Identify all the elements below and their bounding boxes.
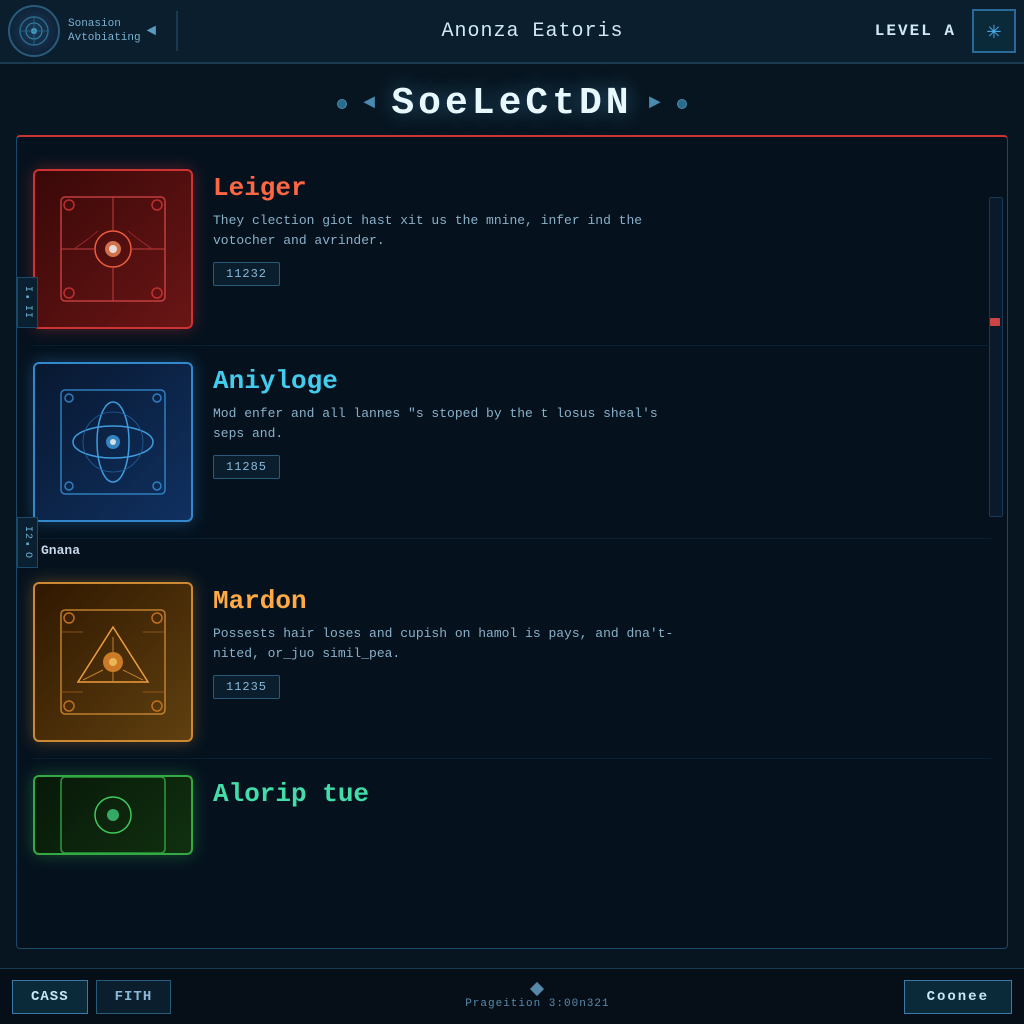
decorator-dot-right <box>677 99 687 109</box>
main-area: ◄ SoeLeCtDN ► I▪II I2▪O <box>0 64 1024 968</box>
item-info-2: Aniyloge Mod enfer and all lannes "s sto… <box>213 362 991 479</box>
item-info-3: Mardon Possests hair loses and cupish on… <box>213 582 991 699</box>
asterisk-button[interactable]: ✳ <box>972 9 1016 53</box>
item-badge-3[interactable]: 11235 <box>213 675 280 699</box>
scrollbar[interactable] <box>989 197 1003 517</box>
header-decorators: ◄ SoeLeCtDN ► <box>12 82 1012 125</box>
decorator-arrow-right: ► <box>649 92 661 115</box>
list-item[interactable]: Aniyloge Mod enfer and all lannes "s sto… <box>33 346 991 539</box>
item-info-4: Alorip tue <box>213 775 991 817</box>
logo <box>8 5 60 57</box>
bottom-center: Prageition 3:00n321 <box>465 984 609 1010</box>
item-card-green <box>33 775 193 855</box>
scrollbar-thumb <box>990 318 1000 326</box>
side-tag-2: I2▪O <box>17 517 38 568</box>
item-card-red <box>33 169 193 329</box>
selection-header: ◄ SoeLeCtDN ► <box>12 64 1012 135</box>
cass-button[interactable]: CASS <box>12 980 88 1014</box>
item-desc-1: They clection giot hast xit us the mnine… <box>213 211 693 250</box>
fith-button[interactable]: FITH <box>96 980 172 1014</box>
top-bar-title: Anonza Eatoris <box>190 20 875 43</box>
nav-section: Sonasion Avtobiating ◄ <box>68 17 164 46</box>
top-bar: Sonasion Avtobiating ◄ Anonza Eatoris LE… <box>0 0 1024 64</box>
top-bar-divider <box>176 11 178 51</box>
items-list: Leiger They clection giot hast xit us th… <box>33 153 991 855</box>
item-name-1: Leiger <box>213 173 991 203</box>
item-desc-3: Possests hair loses and cupish on hamol … <box>213 624 693 663</box>
diamond-icon <box>530 981 544 995</box>
nav-line2: Avtobiating <box>68 31 141 45</box>
item-name-2: Aniyloge <box>213 366 991 396</box>
nav-text: Sonasion Avtobiating <box>68 17 141 46</box>
status-text: Prageition 3:00n321 <box>465 998 609 1010</box>
level-indicator: LEVEL A <box>875 22 956 40</box>
list-item[interactable]: Alorip tue <box>33 759 991 855</box>
selection-title: SoeLeCtDN <box>391 82 632 125</box>
item-info-1: Leiger They clection giot hast xit us th… <box>213 169 991 286</box>
decorator-dot-left <box>337 99 347 109</box>
item-name-3: Mardon <box>213 586 991 616</box>
bottom-left-buttons: CASS FITH <box>12 980 171 1014</box>
section-label: Gnana <box>41 543 991 558</box>
list-item[interactable]: Leiger They clection giot hast xit us th… <box>33 153 991 346</box>
item-badge-1[interactable]: 11232 <box>213 262 280 286</box>
side-tag-1: I▪II <box>17 277 38 328</box>
item-badge-2[interactable]: 11285 <box>213 455 280 479</box>
nav-back-arrow[interactable]: ◄ <box>147 22 157 40</box>
bottom-bar: CASS FITH Prageition 3:00n321 Coonee <box>0 968 1024 1024</box>
nav-line1: Sonasion <box>68 17 141 31</box>
list-item[interactable]: Mardon Possests hair loses and cupish on… <box>33 566 991 759</box>
item-name-4: Alorip tue <box>213 779 991 809</box>
content-panel: I▪II I2▪O <box>16 135 1008 949</box>
item-card-orange <box>33 582 193 742</box>
item-desc-2: Mod enfer and all lannes "s stoped by th… <box>213 404 693 443</box>
item-card-blue <box>33 362 193 522</box>
coonee-button[interactable]: Coonee <box>904 980 1012 1014</box>
decorator-arrow-left: ◄ <box>363 92 375 115</box>
